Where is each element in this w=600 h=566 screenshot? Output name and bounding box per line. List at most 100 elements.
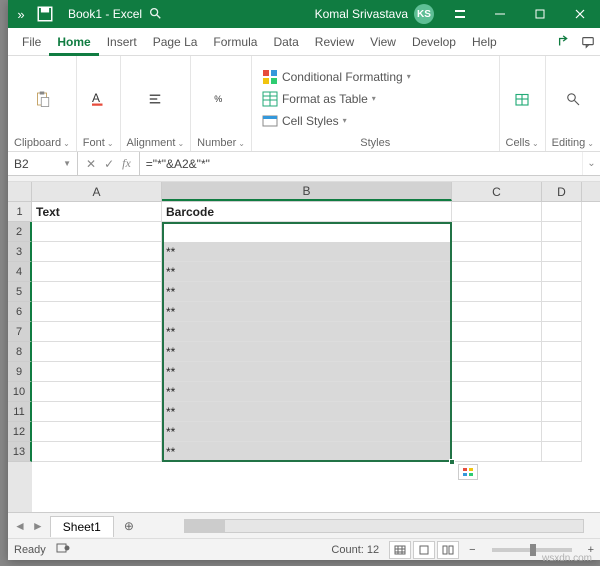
row-header[interactable]: 10 <box>8 382 32 402</box>
next-sheet-icon[interactable]: ► <box>32 519 44 533</box>
cell[interactable] <box>542 322 582 342</box>
fx-icon[interactable]: fx <box>122 156 131 171</box>
cell[interactable]: ** <box>162 442 452 462</box>
maximize-icon[interactable] <box>520 0 560 28</box>
row-header[interactable]: 5 <box>8 282 32 302</box>
cell[interactable] <box>32 362 162 382</box>
tab-data[interactable]: Data <box>265 28 306 56</box>
cell[interactable] <box>452 422 542 442</box>
cells-area[interactable]: TextBarcode************************ <box>32 202 600 512</box>
cell[interactable] <box>542 362 582 382</box>
cell[interactable] <box>452 322 542 342</box>
zoom-slider[interactable] <box>492 548 572 552</box>
cell[interactable]: ** <box>162 222 452 242</box>
cell[interactable] <box>32 262 162 282</box>
share-icon[interactable] <box>552 35 576 49</box>
cell[interactable] <box>32 422 162 442</box>
chevron-down-icon[interactable]: ▼ <box>63 159 71 168</box>
cancel-icon[interactable]: ✕ <box>86 157 96 171</box>
row-header[interactable]: 3 <box>8 242 32 262</box>
cell[interactable] <box>542 402 582 422</box>
minimize-icon[interactable] <box>480 0 520 28</box>
editing-icon[interactable] <box>561 87 585 111</box>
column-header[interactable]: C <box>452 182 542 201</box>
horizontal-scrollbar[interactable] <box>184 519 584 533</box>
cell[interactable] <box>32 282 162 302</box>
cell[interactable]: ** <box>162 362 452 382</box>
row-header[interactable]: 9 <box>8 362 32 382</box>
tab-home[interactable]: Home <box>49 28 98 56</box>
tab-file[interactable]: File <box>14 28 49 56</box>
row-header[interactable]: 4 <box>8 262 32 282</box>
cell[interactable]: Text <box>32 202 162 222</box>
cell[interactable]: ** <box>162 382 452 402</box>
cell[interactable] <box>542 222 582 242</box>
macro-record-icon[interactable] <box>56 542 70 557</box>
alignment-icon[interactable] <box>143 87 167 111</box>
cell[interactable] <box>542 242 582 262</box>
cells-icon[interactable] <box>510 87 534 111</box>
name-box[interactable]: B2 ▼ <box>8 152 78 175</box>
cell[interactable] <box>452 402 542 422</box>
row-header[interactable]: 1 <box>8 202 32 222</box>
dialog-launcher-icon[interactable]: ⌄ <box>177 139 184 148</box>
cell[interactable] <box>32 442 162 462</box>
cell[interactable]: ** <box>162 302 452 322</box>
cell[interactable] <box>452 342 542 362</box>
cell[interactable] <box>452 222 542 242</box>
add-sheet-icon[interactable]: ⊕ <box>114 519 144 533</box>
cell[interactable]: ** <box>162 242 452 262</box>
tab-review[interactable]: Review <box>307 28 362 56</box>
sheet-nav[interactable]: ◄► <box>8 519 50 533</box>
column-header[interactable]: B <box>162 182 452 201</box>
search-icon[interactable] <box>148 6 162 23</box>
ribbon-options-icon[interactable] <box>440 0 480 28</box>
cell[interactable] <box>542 382 582 402</box>
cell[interactable] <box>542 342 582 362</box>
dialog-launcher-icon[interactable]: ⌄ <box>238 139 245 148</box>
more-icon[interactable]: » <box>12 5 30 23</box>
cell[interactable]: ** <box>162 322 452 342</box>
cell[interactable] <box>452 382 542 402</box>
enter-icon[interactable]: ✓ <box>104 157 114 171</box>
cell[interactable] <box>542 282 582 302</box>
format-as-table-button[interactable]: Format as Table▾ <box>262 89 376 109</box>
cell[interactable]: ** <box>162 422 452 442</box>
cell[interactable] <box>452 242 542 262</box>
tab-page-layout[interactable]: Page La <box>145 28 206 56</box>
row-header[interactable]: 7 <box>8 322 32 342</box>
cell[interactable] <box>32 222 162 242</box>
conditional-formatting-button[interactable]: Conditional Formatting▾ <box>262 67 411 87</box>
dialog-launcher-icon[interactable]: ⌄ <box>107 139 114 148</box>
fill-handle[interactable] <box>449 459 455 465</box>
dialog-launcher-icon[interactable]: ⌄ <box>63 139 70 148</box>
page-break-view-icon[interactable] <box>437 541 459 559</box>
select-all-corner[interactable] <box>8 182 32 201</box>
close-icon[interactable] <box>560 0 600 28</box>
cell[interactable] <box>452 362 542 382</box>
cell[interactable] <box>32 402 162 422</box>
cell[interactable] <box>452 282 542 302</box>
cell[interactable] <box>32 302 162 322</box>
cell[interactable] <box>452 202 542 222</box>
cell[interactable]: ** <box>162 282 452 302</box>
page-layout-view-icon[interactable] <box>413 541 435 559</box>
cell[interactable] <box>452 302 542 322</box>
tab-formulas[interactable]: Formula <box>205 28 265 56</box>
paste-icon[interactable] <box>30 87 54 111</box>
cell[interactable] <box>32 322 162 342</box>
cell[interactable] <box>542 202 582 222</box>
font-icon[interactable]: A <box>86 87 110 111</box>
cell[interactable]: ** <box>162 262 452 282</box>
quick-analysis-icon[interactable] <box>458 464 478 480</box>
cell[interactable] <box>452 442 542 462</box>
formula-input[interactable]: ="*"&A2&"*" <box>140 152 582 175</box>
user-account[interactable]: Komal Srivastava KS <box>309 4 440 24</box>
column-header[interactable]: D <box>542 182 582 201</box>
cell[interactable] <box>32 382 162 402</box>
row-header[interactable]: 11 <box>8 402 32 422</box>
cell[interactable] <box>32 342 162 362</box>
cell[interactable]: ** <box>162 402 452 422</box>
number-icon[interactable]: % <box>209 87 233 111</box>
zoom-out-icon[interactable]: − <box>469 544 475 556</box>
